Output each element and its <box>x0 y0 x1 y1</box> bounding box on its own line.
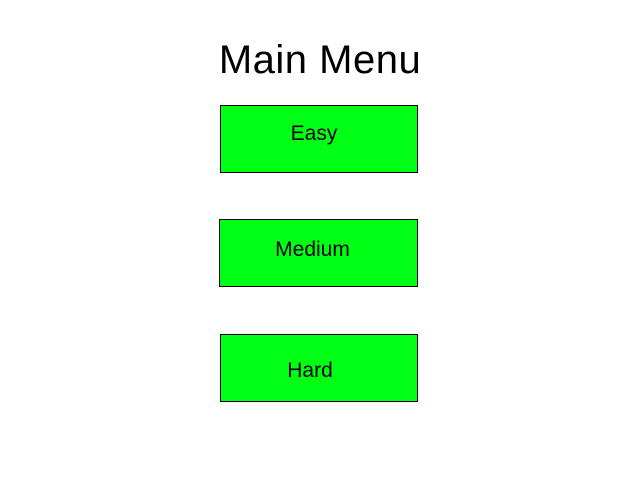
medium-button-label: Medium <box>275 238 350 261</box>
main-menu-title: Main Menu <box>218 38 422 82</box>
hard-button[interactable]: Hard <box>220 334 418 402</box>
easy-button-label: Easy <box>290 122 338 145</box>
medium-button[interactable]: Medium <box>219 219 418 287</box>
hard-button-label: Hard <box>287 359 333 382</box>
easy-button[interactable]: Easy <box>220 105 418 173</box>
